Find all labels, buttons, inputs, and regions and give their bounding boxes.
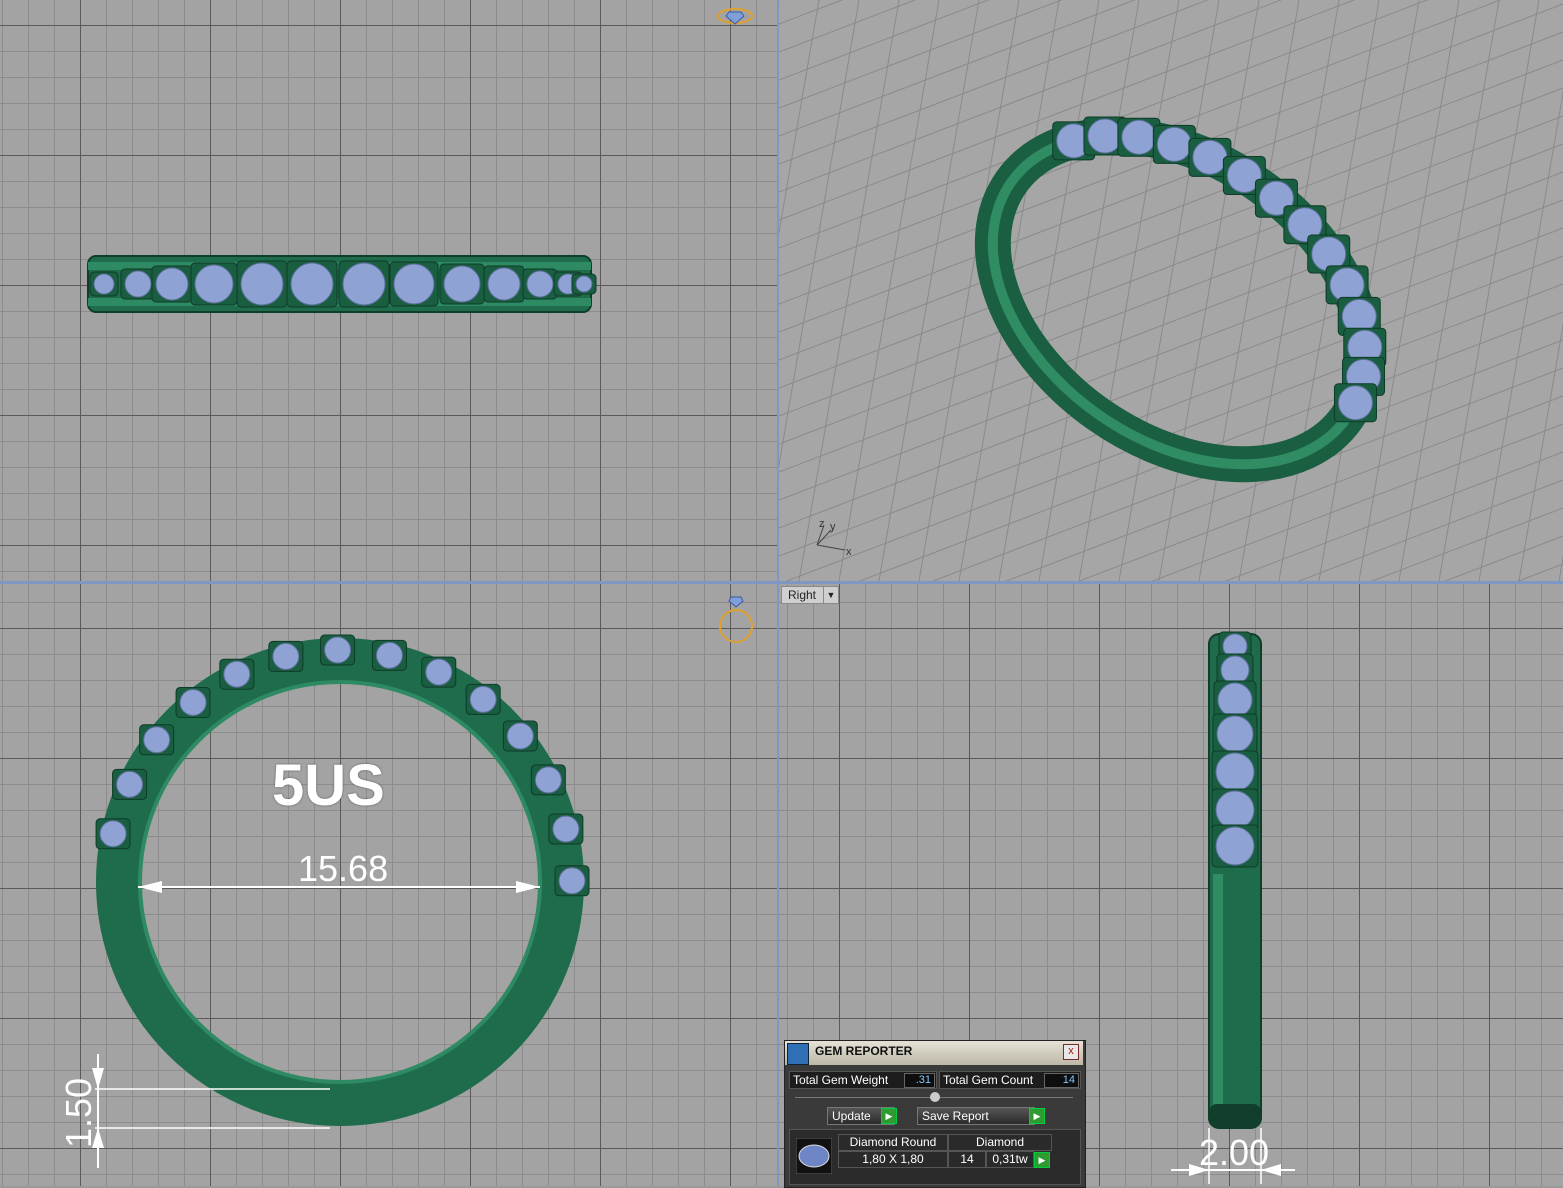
gem xyxy=(1220,655,1250,685)
save-report-label: Save Report xyxy=(922,1109,989,1123)
gem-reporter-icon xyxy=(787,1043,809,1065)
axis-z: z xyxy=(819,518,825,530)
axis-x: x xyxy=(846,546,852,558)
cell-total-weight: 0,31tw xyxy=(986,1151,1034,1168)
total-count-row: Total Gem Count 14 xyxy=(939,1071,1081,1089)
ring-size-label: 5US xyxy=(272,753,385,818)
total-count-label: Total Gem Count xyxy=(943,1073,1034,1087)
front-gizmo-icon xyxy=(719,596,753,643)
gem xyxy=(1217,682,1253,718)
front-viewport[interactable]: 5US 15.68 1.50 xyxy=(0,584,777,1186)
total-weight-value: .31 xyxy=(904,1073,935,1088)
cell-count: 14 xyxy=(948,1151,986,1168)
top-viewport[interactable] xyxy=(0,0,777,581)
save-report-button[interactable]: Save Report xyxy=(917,1107,1035,1125)
ring-gizmo-icon xyxy=(717,8,753,25)
cell-size: 1,80 X 1,80 xyxy=(838,1151,948,1168)
gem xyxy=(1215,826,1255,866)
row-go-icon[interactable]: ▶ xyxy=(1034,1152,1050,1168)
total-weight-label: Total Gem Weight xyxy=(793,1073,889,1087)
gem xyxy=(1216,715,1254,753)
gem-reporter-titlebar[interactable]: GEM REPORTER x xyxy=(785,1041,1083,1065)
viewport-separator-horizontal[interactable] xyxy=(0,581,1563,584)
gem xyxy=(1215,752,1255,792)
header-diamond: Diamond xyxy=(948,1134,1052,1151)
axis-y: y xyxy=(830,521,836,533)
gem xyxy=(1215,790,1255,830)
save-report-go-icon[interactable]: ▶ xyxy=(1029,1108,1045,1124)
update-button-label: Update xyxy=(832,1109,871,1123)
total-weight-row: Total Gem Weight .31 xyxy=(789,1071,937,1089)
gem-table: Diamond Round Diamond 1,80 X 1,80 14 0,3… xyxy=(789,1129,1081,1185)
perspective-viewport[interactable]: z y x xyxy=(779,0,1563,581)
header-diamond-round: Diamond Round xyxy=(838,1134,948,1151)
axis-indicator: z y x xyxy=(816,518,852,558)
close-button[interactable]: x xyxy=(1063,1044,1079,1060)
collapse-handle-icon[interactable] xyxy=(930,1092,940,1102)
inner-diameter-label: 15.68 xyxy=(298,848,389,889)
gem-reporter-title: GEM REPORTER xyxy=(815,1044,913,1058)
viewport-separator-vertical[interactable] xyxy=(777,0,779,1186)
update-go-icon[interactable]: ▶ xyxy=(881,1108,897,1124)
gem-reporter-panel: GEM REPORTER x Total Gem Weight .31 Tota… xyxy=(784,1040,1086,1188)
band-width-label: 2.00 xyxy=(1199,1132,1270,1173)
band-thickness-label: 1.50 xyxy=(58,1077,99,1148)
round-diamond-icon xyxy=(796,1138,832,1174)
total-count-value: 14 xyxy=(1044,1073,1079,1088)
